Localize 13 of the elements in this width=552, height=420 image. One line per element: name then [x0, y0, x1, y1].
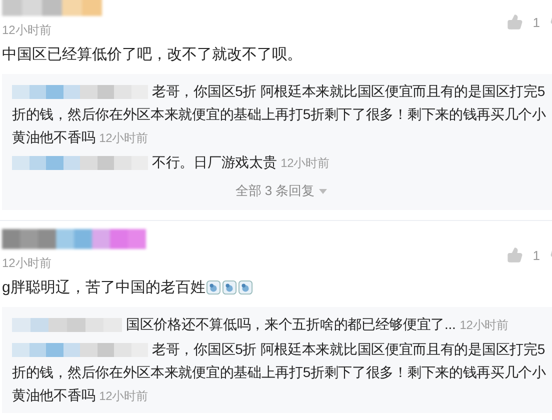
emoji-icon: [238, 280, 254, 295]
thumbs-up-icon[interactable]: [506, 247, 523, 263]
like-count: 1: [532, 14, 540, 30]
emoji-icon: [206, 280, 222, 295]
caret-icon: [318, 188, 327, 194]
like-count: 1: [532, 248, 540, 262]
comment-time: 12小时前: [2, 255, 52, 272]
thumbs-up-icon[interactable]: [506, 14, 523, 30]
emoji-icon: [222, 280, 238, 295]
comment-text: 中国区已经算低价了吧，改不了就改不了呗。: [2, 45, 302, 64]
comment-text: g胖聪明辽，苦了中国的老百姓: [2, 278, 206, 297]
comment-time: 12小时前: [2, 22, 52, 39]
more-replies-link[interactable]: 全部 3 条回复: [12, 176, 550, 206]
